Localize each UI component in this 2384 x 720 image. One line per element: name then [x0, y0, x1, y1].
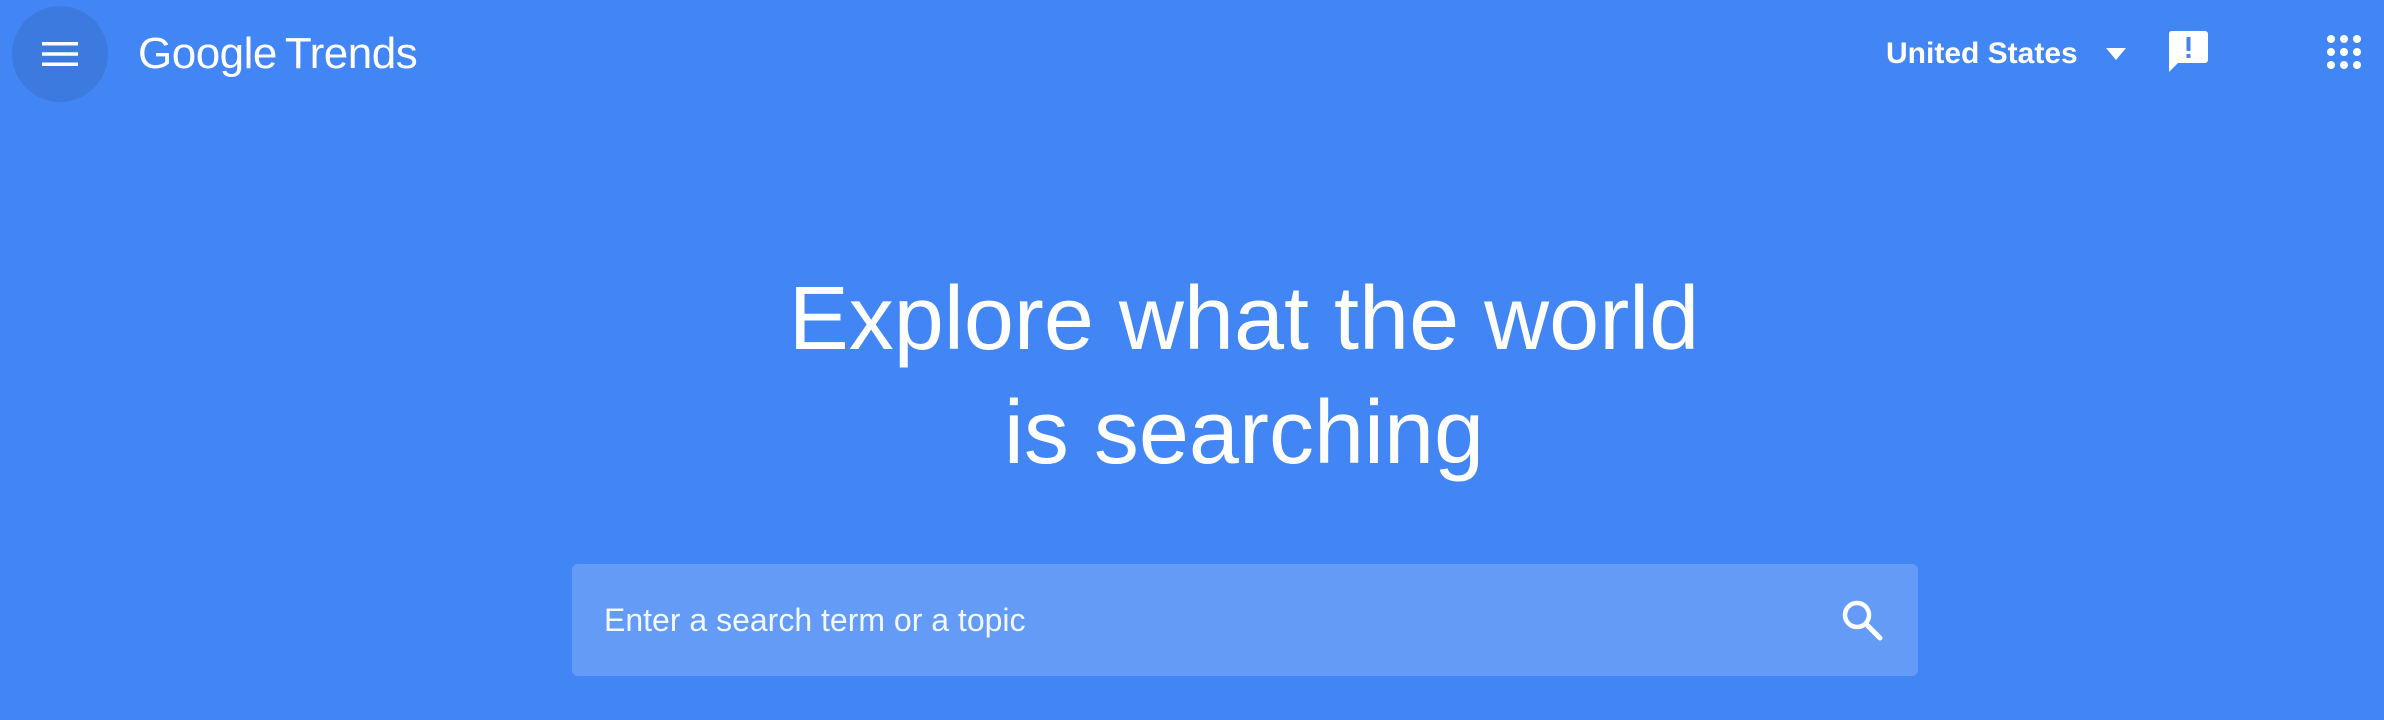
logo-product: Trends — [284, 29, 418, 78]
hamburger-menu-icon — [42, 42, 78, 66]
main-menu-button[interactable] — [12, 6, 108, 102]
hero-title-line-1: Explore what the world — [788, 269, 1700, 369]
page: Google Trends United States Explore what… — [0, 0, 2384, 720]
feedback-icon — [2168, 31, 2208, 72]
logo-brand: Google — [138, 29, 277, 78]
country-selector-label: United States — [1886, 37, 2078, 70]
google-apps-button[interactable] — [2326, 34, 2362, 70]
country-selector[interactable]: United States — [1886, 30, 2126, 78]
search-icon[interactable] — [1840, 598, 1884, 642]
search-box — [572, 564, 1918, 676]
hero-title: Explore what the world is searching — [0, 262, 2384, 490]
search-input[interactable] — [602, 589, 1840, 651]
google-trends-logo[interactable]: Google Trends — [138, 28, 418, 80]
feedback-button[interactable] — [2166, 28, 2214, 80]
apps-grid-icon — [2327, 35, 2361, 69]
hero-title-line-2: is searching — [1003, 383, 1485, 483]
caret-down-icon — [2105, 48, 2126, 60]
